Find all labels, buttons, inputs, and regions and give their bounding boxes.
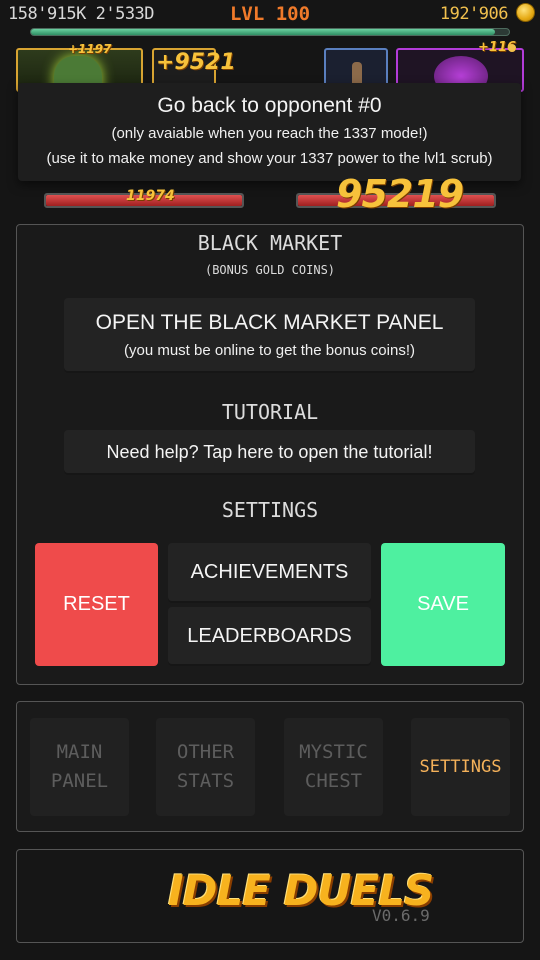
opponent-figure-sprite [352,62,362,84]
leaderboards-button[interactable]: LEADERBOARDS [168,607,371,666]
tooltip-line-2: (use it to make money and show your 1337… [46,150,493,167]
opponent-hp-value: 95219 [336,172,464,216]
tab-other-stats[interactable]: OTHER STATS [156,718,255,816]
save-button[interactable]: SAVE [381,543,505,666]
black-market-subtitle: (BONUS GOLD COINS) [204,263,336,277]
tab-settings[interactable]: SETTINGS [411,718,510,816]
coin-icon [516,3,535,22]
achievements-button-label: ACHIEVEMENTS [190,561,349,583]
tab-other-stats-label: OTHER STATS [176,741,235,792]
xp-progress-bar [30,28,510,36]
coin-icon [508,44,516,52]
player-hp-value: 11974 [126,188,175,204]
tooltip-line-1: (only avaiable when you reach the 1337 m… [111,125,428,142]
reset-button-label: RESET [63,593,130,615]
save-button-label: SAVE [417,593,469,615]
tooltip-title: Go back to opponent #0 [157,94,382,117]
tab-main-panel[interactable]: MAIN PANEL [30,718,129,816]
black-market-button-label: OPEN THE BLACK MARKET PANEL [95,311,444,334]
tutorial-button-label: Need help? Tap here to open the tutorial… [106,442,433,462]
black-market-title: BLACK MARKET [197,231,343,255]
open-tutorial-button[interactable]: Need help? Tap here to open the tutorial… [64,430,475,475]
tutorial-title: TUTORIAL [221,400,319,424]
tab-mystic-chest-label: MYSTIC CHEST [299,741,368,792]
opponent-reset-tooltip: Go back to opponent #0 (only avaiable wh… [18,83,521,181]
tab-main-panel-label: MAIN PANEL [50,741,109,792]
tab-mystic-chest[interactable]: MYSTIC CHEST [284,718,383,816]
settings-title: SETTINGS [221,498,319,522]
achievements-button[interactable]: ACHIEVEMENTS [168,543,371,603]
open-black-market-button[interactable]: OPEN THE BLACK MARKET PANEL (you must be… [64,298,475,373]
leaderboards-button-label: LEADERBOARDS [187,625,352,647]
reset-button[interactable]: RESET [35,543,158,666]
tab-settings-label: SETTINGS [419,756,502,777]
gold-amount: 192'906 [439,4,509,24]
version-label: V0.6.9 [372,906,430,925]
black-market-button-note: (you must be online to get the bonus coi… [123,342,415,359]
xp-progress-fill [31,29,495,35]
player-gain-float: +1197 [68,42,112,56]
damage-float: +9521 [156,50,236,75]
